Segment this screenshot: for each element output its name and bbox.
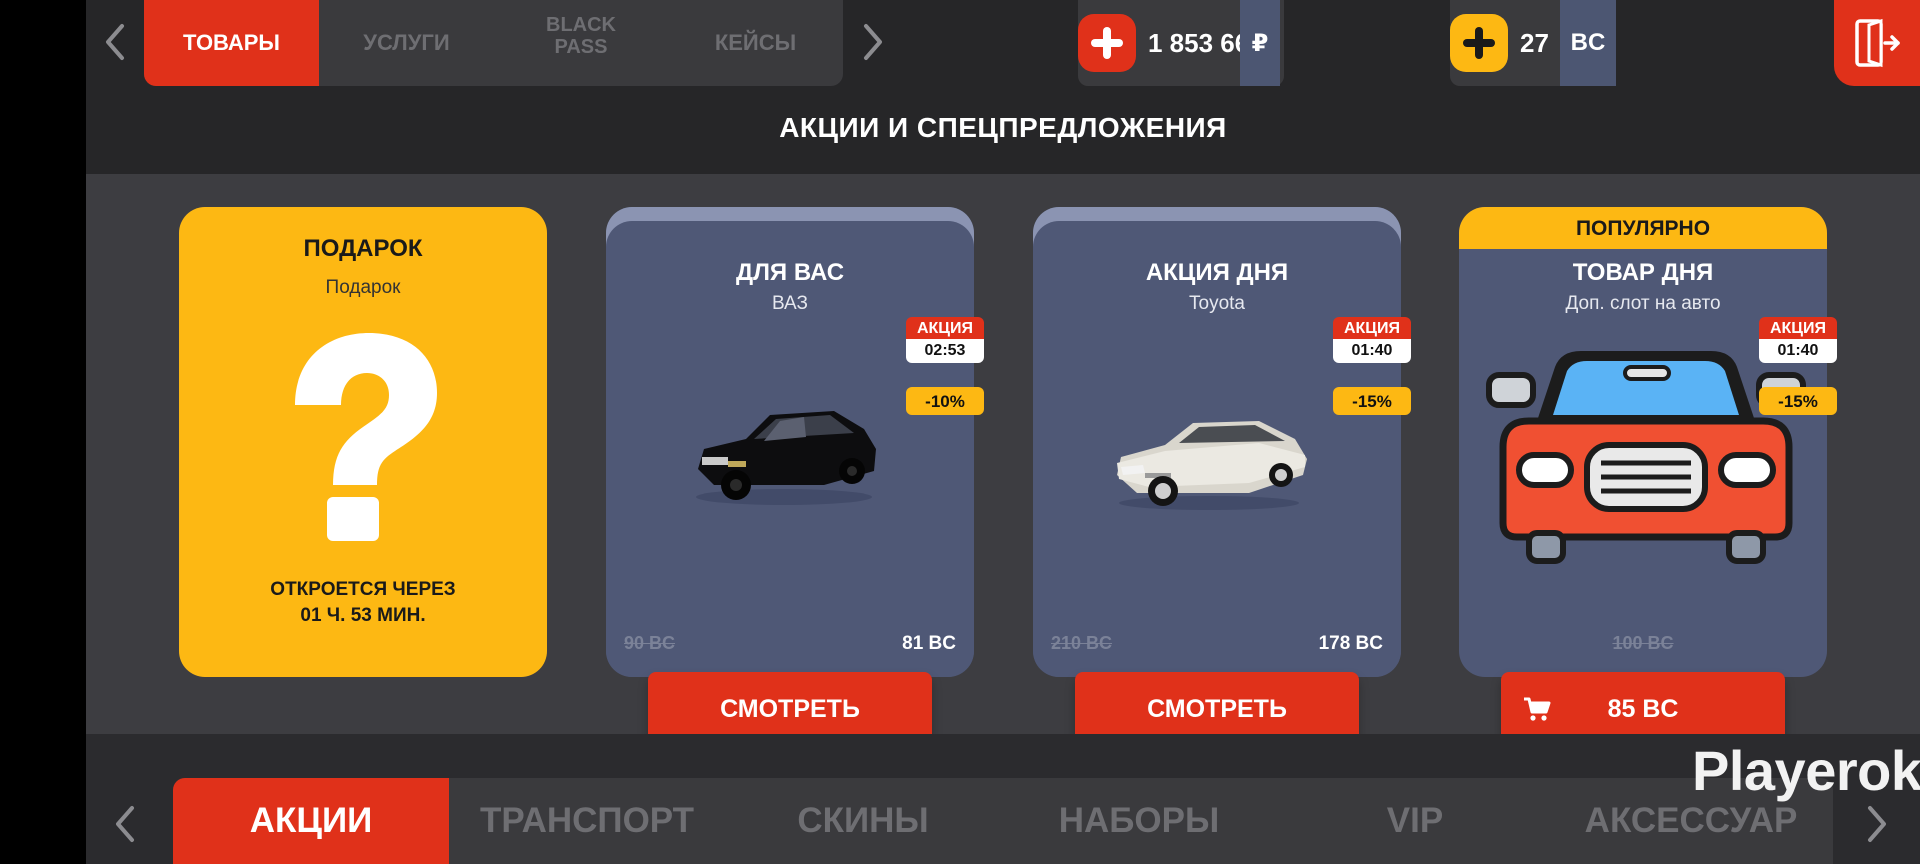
bc-amount: 27 (1520, 28, 1549, 58)
promo-badge-timer: 01:40 (1759, 339, 1837, 363)
deal-title: АКЦИЯ ДНЯ (1145, 259, 1289, 286)
promo-badge-label: АКЦИЯ (1333, 317, 1411, 339)
tab-goods[interactable]: ТОВАРЫ (144, 0, 319, 86)
promo-badge-timer: 02:53 (906, 339, 984, 363)
deal-of-day-card[interactable]: АКЦИЯ ДНЯ Toyota АКЦИЯ 01:40 -15% 210 BC… (1033, 207, 1411, 746)
new-price: 81 BC (902, 633, 956, 654)
top-tabs: ТОВАРЫ УСЛУГИ BLACK PASS КЕЙСЫ (144, 0, 843, 86)
category-tabs: АКЦИИ ТРАНСПОРТ СКИНЫ НАБОРЫ VIP АКСЕССУ… (173, 778, 1833, 864)
toyota-car-image (1117, 421, 1307, 510)
new-price: 178 BC (1318, 633, 1383, 654)
gift-timer: ОТКРОЕТСЯ ЧЕРЕЗ 01 Ч. 53 МИН. (179, 577, 547, 629)
tab-bundles[interactable]: НАБОРЫ (1001, 778, 1277, 864)
gift-timer-value: 01 Ч. 53 МИН. (300, 605, 426, 626)
old-price: 100 BC (1612, 633, 1674, 653)
add-rub-button[interactable] (1078, 14, 1136, 72)
promo-badge-timer: 01:40 (1333, 339, 1411, 363)
bc-unit: BC (1560, 0, 1616, 86)
gift-title: ПОДАРОК (303, 235, 423, 262)
shop-screen: ТОВАРЫ УСЛУГИ BLACK PASS КЕЙСЫ 1 853 663… (86, 0, 1920, 864)
chevron-left-icon[interactable] (104, 22, 126, 69)
gift-timer-label: ОТКРОЕТСЯ ЧЕРЕЗ (270, 579, 456, 600)
gift-subtitle: Подарок (325, 277, 401, 298)
car-slot-icon (1486, 351, 1806, 564)
tab-vip[interactable]: VIP (1277, 778, 1553, 864)
rub-unit: ₽ (1240, 0, 1280, 86)
product-of-day-card[interactable]: ПОПУЛЯРНО ТОВАР ДНЯ Доп. слот на авто АК… (1459, 207, 1837, 746)
buy-button-price: 85 BC (1607, 694, 1679, 723)
discount-badge: -15% (1759, 387, 1837, 415)
offers-area: ПОДАРОК Подарок ОТКРОЕТСЯ ЧЕРЕЗ 01 Ч. 53… (86, 174, 1920, 746)
chevron-left-icon[interactable] (114, 804, 136, 851)
chevron-right-icon[interactable] (862, 22, 884, 69)
add-bc-button[interactable] (1450, 14, 1508, 72)
bc-balance: 27 BC (1450, 0, 1616, 86)
for-you-subtitle: ВАЗ (772, 293, 808, 314)
product-subtitle: Доп. слот на авто (1565, 293, 1721, 314)
promo-badge-label: АКЦИЯ (906, 317, 984, 339)
product-title: ТОВАР ДНЯ (1572, 259, 1714, 286)
old-price: 210 BC (1051, 633, 1113, 653)
promo-badge-label: АКЦИЯ (1759, 317, 1837, 339)
popular-ribbon: ПОПУЛЯРНО (1459, 207, 1827, 249)
promo-badge: АКЦИЯ 02:53 (906, 317, 984, 363)
exit-button[interactable] (1834, 0, 1920, 86)
vaz-car-image (696, 411, 876, 505)
old-price: 90 BC (624, 633, 676, 653)
for-you-title: ДЛЯ ВАС (735, 259, 845, 286)
tab-skins[interactable]: СКИНЫ (725, 778, 1001, 864)
section-title: АКЦИИ И СПЕЦПРЕДЛОЖЕНИЯ (779, 112, 1227, 143)
gift-card[interactable]: ПОДАРОК Подарок ОТКРОЕТСЯ ЧЕРЕЗ 01 Ч. 53… (179, 207, 547, 677)
bottom-bar: АКЦИИ ТРАНСПОРТ СКИНЫ НАБОРЫ VIP АКСЕССУ… (86, 734, 1920, 864)
chevron-right-icon[interactable] (1866, 804, 1888, 851)
tab-services[interactable]: УСЛУГИ (319, 0, 494, 86)
promo-badge: АКЦИЯ 01:40 (1759, 317, 1837, 363)
deal-subtitle: Toyota (1189, 293, 1245, 314)
tab-promotions[interactable]: АКЦИИ (173, 778, 449, 864)
tab-cases[interactable]: КЕЙСЫ (668, 0, 843, 86)
discount-badge: -15% (1333, 387, 1411, 415)
watermark-logo: Playerok (1692, 739, 1920, 802)
tab-transport[interactable]: ТРАНСПОРТ (449, 778, 725, 864)
discount-badge: -10% (906, 387, 984, 415)
question-mark-icon (295, 333, 437, 541)
tab-black-pass[interactable]: BLACK PASS (494, 0, 668, 86)
exit-door-icon (1855, 18, 1900, 68)
promo-badge: АКЦИЯ 01:40 (1333, 317, 1411, 363)
tab-black-pass-label: BLACK PASS (546, 14, 616, 58)
for-you-card[interactable]: ДЛЯ ВАС ВАЗ АКЦИЯ 02:53 -10% 90 BC 81 BC (606, 207, 984, 746)
top-bar: ТОВАРЫ УСЛУГИ BLACK PASS КЕЙСЫ 1 853 663… (86, 0, 1920, 174)
cart-icon (1524, 697, 1551, 721)
rub-balance: 1 853 663 ₽ (1078, 0, 1284, 86)
